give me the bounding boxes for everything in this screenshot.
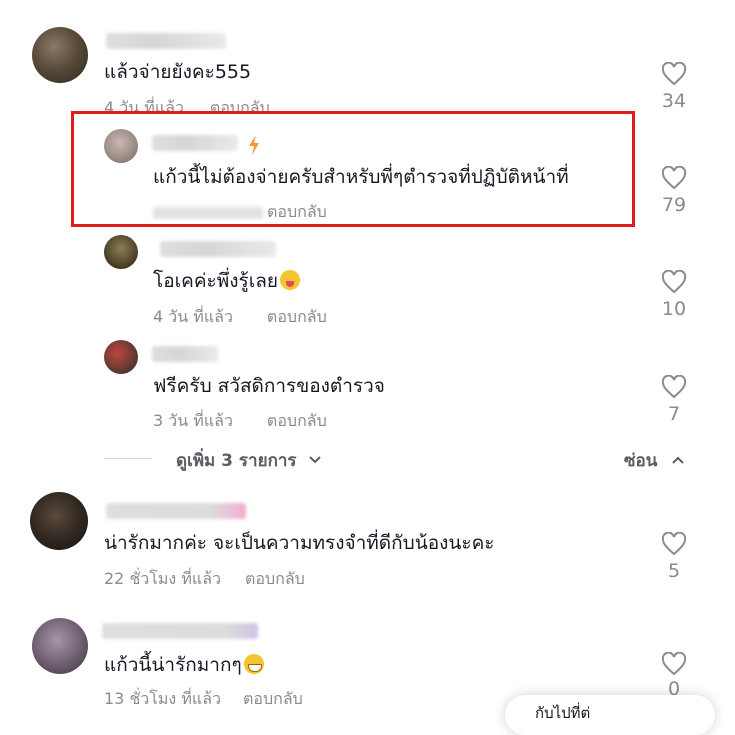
hide-replies-button[interactable]: ซ่อน (624, 447, 685, 474)
reply-button[interactable]: ตอบกลับ (267, 307, 327, 326)
comment-meta: 4 วัน ที่แล้ว ตอบกลับ (153, 305, 327, 330)
avatar[interactable] (104, 340, 138, 374)
squinting-tongue-emoji (280, 270, 301, 290)
heart-icon (661, 166, 687, 190)
highlight-box (71, 111, 635, 227)
comment-time: 13 ชั่วโมง ที่แล้ว (104, 689, 221, 708)
username-blurred[interactable] (160, 241, 276, 257)
chevron-down-icon (309, 456, 322, 464)
reply-button[interactable]: ตอบกลับ (243, 689, 303, 708)
like-button[interactable]: 0 (654, 652, 694, 700)
avatar[interactable] (32, 618, 88, 674)
username-blurred[interactable] (152, 346, 218, 362)
comment-meta: 3 วัน ที่แล้ว ตอบกลับ (153, 409, 327, 434)
comment-text: น่ารักมากค่ะ จะเป็นความทรงจำที่ดีกับน้อง… (104, 532, 495, 554)
heart-icon (661, 375, 687, 399)
like-count: 34 (661, 90, 687, 112)
like-button[interactable]: 79 (654, 166, 694, 216)
comment-text: แก้วนี้น่ารักมากๆ (104, 650, 264, 680)
heart-icon (661, 532, 687, 556)
thread-divider (104, 458, 152, 459)
like-button[interactable]: 7 (654, 375, 694, 425)
like-button[interactable]: 5 (654, 532, 694, 582)
avatar[interactable] (32, 27, 88, 83)
avatar[interactable] (30, 492, 88, 550)
heart-icon (661, 652, 687, 676)
comment-text: ฟรีครับ สวัสดิการของตำรวจ (153, 375, 385, 397)
back-to-top-pill[interactable]: กับไปที่ต่ (505, 695, 715, 735)
grinning-emoji (243, 654, 264, 674)
heart-icon (661, 270, 687, 294)
comment-time: 3 วัน ที่แล้ว (153, 411, 233, 430)
username-blurred[interactable] (106, 33, 226, 49)
comment-time: 4 วัน ที่แล้ว (153, 307, 233, 326)
like-button[interactable]: 10 (654, 270, 694, 320)
username-blurred[interactable] (106, 503, 246, 519)
comment-time: 22 ชั่วโมง ที่แล้ว (104, 569, 221, 588)
like-count: 7 (667, 403, 681, 425)
heart-icon (661, 62, 687, 86)
comment-text: แล้วจ่ายยังคะ555 (104, 61, 252, 83)
username-blurred[interactable] (102, 623, 258, 639)
view-more-replies-button[interactable]: ดูเพิ่ม 3 รายการ (176, 447, 322, 474)
reply-button[interactable]: ตอบกลับ (245, 569, 305, 588)
like-count: 5 (667, 560, 681, 582)
comment-text: โอเคค่ะพึ่งรู้เลย (153, 266, 301, 296)
avatar[interactable] (104, 235, 138, 269)
comment-meta: 22 ชั่วโมง ที่แล้ว ตอบกลับ (104, 567, 305, 592)
like-button[interactable]: 34 (654, 62, 694, 112)
reply-button[interactable]: ตอบกลับ (267, 411, 327, 430)
comment-meta: 13 ชั่วโมง ที่แล้ว ตอบกลับ (104, 687, 303, 712)
chevron-up-icon (672, 456, 685, 464)
like-count: 79 (661, 194, 687, 216)
like-count: 10 (661, 298, 687, 320)
